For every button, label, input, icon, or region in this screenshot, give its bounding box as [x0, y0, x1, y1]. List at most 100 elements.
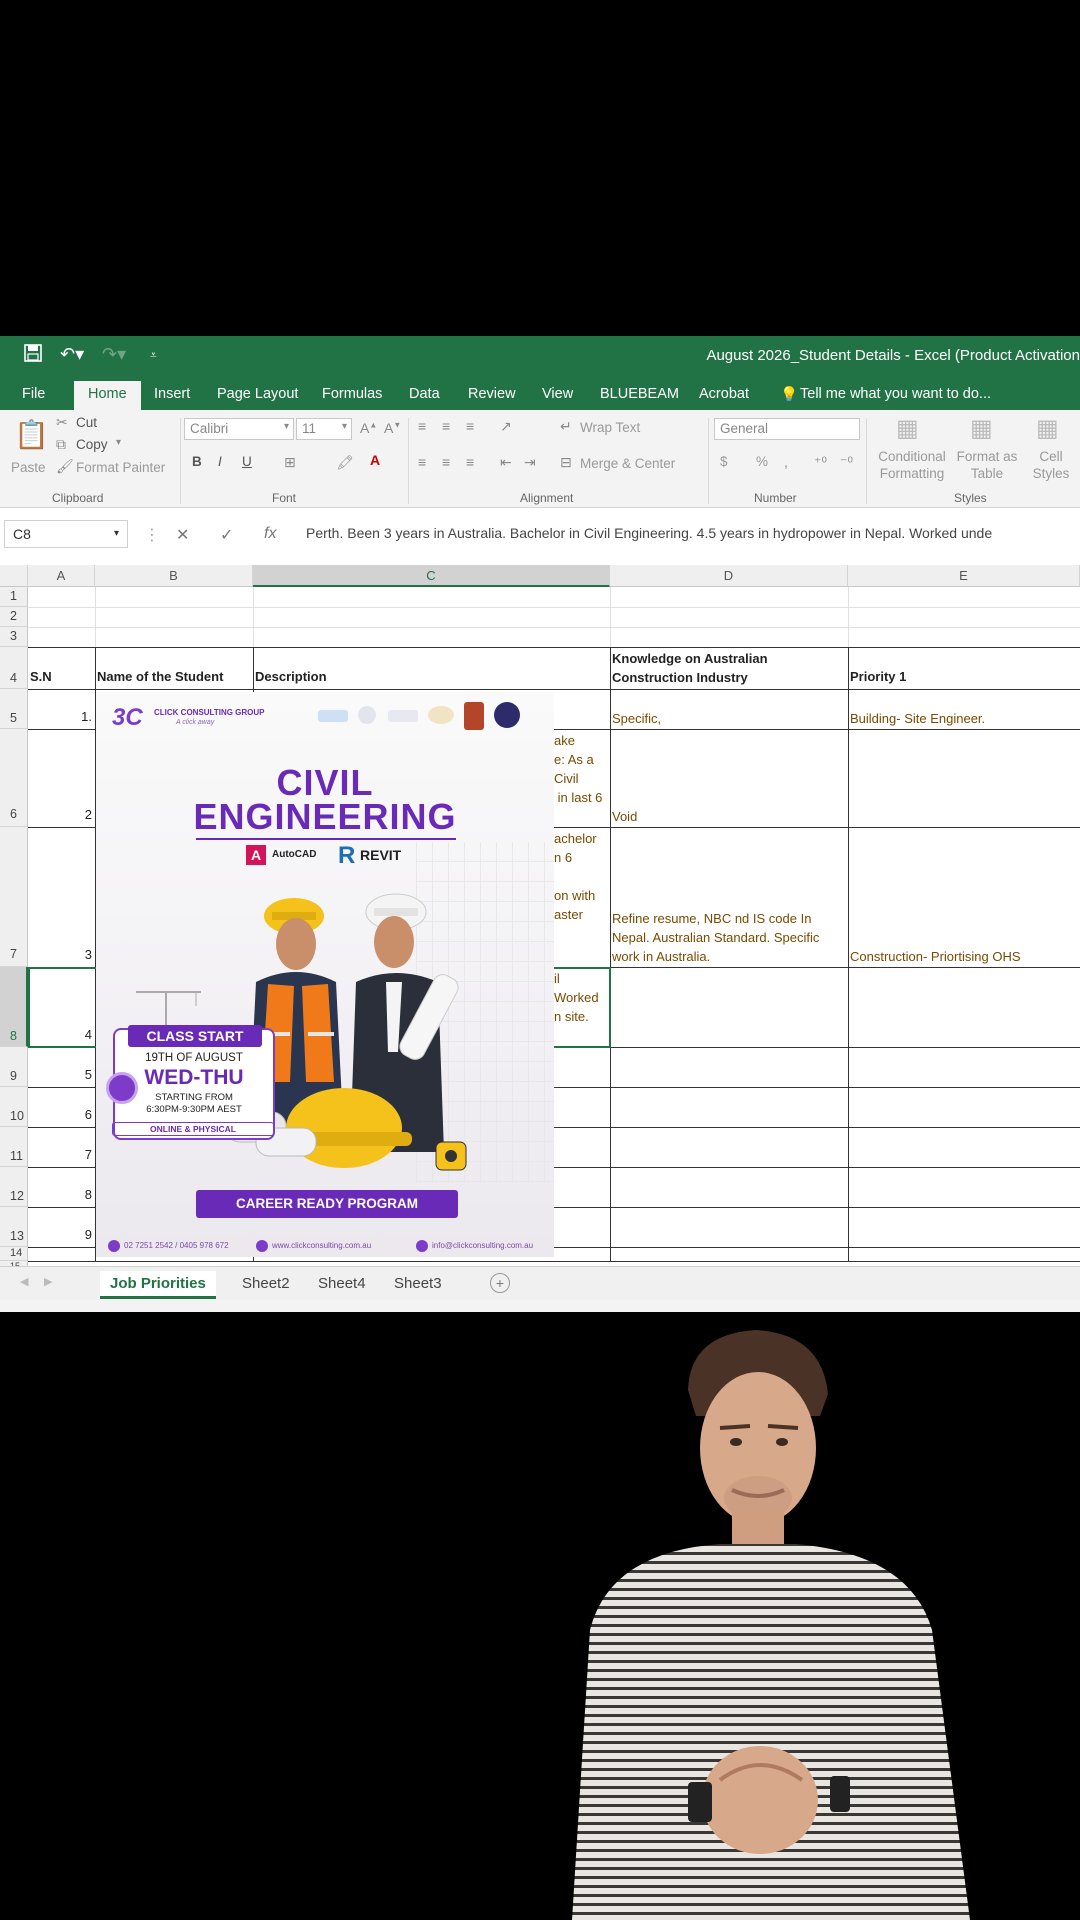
- enter-icon[interactable]: ✓: [220, 525, 233, 545]
- column-header-a[interactable]: A: [28, 565, 95, 587]
- align-left-icon[interactable]: ≡: [418, 454, 426, 470]
- row-header[interactable]: 10: [0, 1087, 28, 1127]
- title-bar: ↶▾ ↷▾ ⩡ August 2026_Student Details - Ex…: [0, 336, 1080, 378]
- align-center-icon[interactable]: ≡: [442, 454, 450, 470]
- tab-acrobat[interactable]: Acrobat: [699, 386, 749, 402]
- comma-style-icon[interactable]: ,: [784, 454, 788, 470]
- increase-indent-icon[interactable]: ⇥: [524, 454, 536, 471]
- tab-file[interactable]: File: [22, 386, 45, 402]
- tell-me-search[interactable]: Tell me what you want to do...: [800, 386, 991, 402]
- percent-button[interactable]: %: [756, 454, 768, 469]
- sheet-tab-sheet2[interactable]: Sheet2: [232, 1271, 300, 1296]
- row-header[interactable]: 14: [0, 1247, 28, 1261]
- gridline: [610, 587, 611, 647]
- globe-icon: [256, 1240, 268, 1252]
- orientation-icon[interactable]: ↗: [500, 418, 512, 435]
- column-header-c[interactable]: C: [253, 565, 610, 587]
- row-header[interactable]: 1: [0, 587, 28, 607]
- copy-button[interactable]: Copy: [76, 437, 108, 452]
- row-header[interactable]: 4: [0, 647, 28, 689]
- align-middle-icon[interactable]: ≡: [442, 418, 450, 434]
- paste-button[interactable]: Paste: [11, 460, 46, 475]
- chevron-down-icon: ▾: [283, 421, 289, 432]
- fill-color-icon[interactable]: 🖍: [336, 454, 354, 471]
- row-header-selected[interactable]: 8: [0, 967, 28, 1047]
- cancel-icon[interactable]: ✕: [176, 525, 189, 545]
- paste-icon[interactable]: 📋: [14, 418, 49, 451]
- tab-bluebeam[interactable]: BLUEBEAM: [600, 386, 679, 402]
- tab-formulas[interactable]: Formulas: [322, 386, 382, 402]
- save-icon[interactable]: [24, 344, 42, 367]
- cell-description: achelor n 6 on with aster: [554, 831, 597, 922]
- cut-button[interactable]: Cut: [76, 415, 97, 430]
- merge-center-button[interactable]: Merge & Center: [580, 456, 675, 471]
- column-header-e[interactable]: E: [848, 565, 1080, 587]
- row-header[interactable]: 5: [0, 689, 28, 729]
- redo-icon[interactable]: ↷▾: [102, 344, 126, 365]
- prev-sheet-icon[interactable]: ◀: [20, 1275, 28, 1288]
- undo-icon[interactable]: ↶▾: [60, 344, 84, 365]
- italic-button[interactable]: I: [218, 454, 222, 469]
- software-revit: REVIT: [360, 847, 402, 863]
- sheet-tab-sheet4[interactable]: Sheet4: [308, 1271, 376, 1296]
- column-header-d[interactable]: D: [610, 565, 848, 587]
- currency-button[interactable]: $: [720, 454, 728, 469]
- customize-toolbar-icon[interactable]: ⩡: [150, 348, 157, 363]
- select-all-corner[interactable]: [0, 565, 28, 587]
- font-size-select[interactable]: 11 ▾: [296, 418, 352, 440]
- row-header[interactable]: 12: [0, 1167, 28, 1207]
- tab-home[interactable]: Home: [74, 381, 141, 410]
- tab-review[interactable]: Review: [468, 386, 516, 402]
- row-header[interactable]: 9: [0, 1047, 28, 1087]
- sheet-tab-sheet3[interactable]: Sheet3: [384, 1271, 452, 1296]
- cell-styles-button[interactable]: Cell Styles: [1028, 448, 1074, 482]
- wrap-text-icon: ↵: [560, 418, 572, 434]
- underline-button[interactable]: U: [242, 454, 252, 469]
- row-header[interactable]: 11: [0, 1127, 28, 1167]
- class-start-label: CLASS START: [128, 1025, 262, 1047]
- tab-data[interactable]: Data: [409, 386, 440, 402]
- align-bottom-icon[interactable]: ≡: [466, 418, 474, 434]
- ribbon-tabs: File Home Insert Page Layout Formulas Da…: [0, 378, 1080, 410]
- font-color-icon[interactable]: A: [370, 452, 380, 468]
- cell-sn: 8: [84, 1187, 92, 1202]
- increase-decimal-icon[interactable]: ⁺⁰: [814, 454, 827, 471]
- format-painter-button[interactable]: Format Painter: [76, 460, 165, 475]
- decrease-decimal-icon[interactable]: ⁻⁰: [840, 454, 853, 471]
- row-header[interactable]: 7: [0, 827, 28, 967]
- row-header[interactable]: 3: [0, 627, 28, 647]
- align-right-icon[interactable]: ≡: [466, 454, 474, 470]
- class-starting-from: STARTING FROM: [155, 1092, 233, 1103]
- clipboard-group-label: Clipboard: [52, 491, 104, 505]
- increase-font-icon[interactable]: A▲: [360, 420, 377, 436]
- decrease-font-icon[interactable]: A▼: [384, 420, 401, 436]
- tab-view[interactable]: View: [542, 386, 573, 402]
- copy-dropdown-icon[interactable]: ▾: [116, 437, 121, 448]
- column-header-b[interactable]: B: [95, 565, 253, 587]
- formula-input[interactable]: Perth. Been 3 years in Australia. Bachel…: [306, 525, 1080, 541]
- borders-icon[interactable]: ⊞: [284, 454, 296, 471]
- gridline: [848, 587, 849, 647]
- align-top-icon[interactable]: ≡: [418, 418, 426, 434]
- next-sheet-icon[interactable]: ▶: [44, 1275, 52, 1288]
- sheet-tab-job-priorities[interactable]: Job Priorities: [100, 1271, 216, 1299]
- font-name-value: Calibri: [190, 421, 229, 436]
- tab-page-layout[interactable]: Page Layout: [217, 386, 298, 402]
- decrease-indent-icon[interactable]: ⇤: [500, 454, 512, 471]
- software-autocad: AutoCAD: [272, 849, 317, 860]
- row-header[interactable]: 6: [0, 729, 28, 827]
- number-format-select[interactable]: General: [714, 418, 860, 440]
- bold-button[interactable]: B: [192, 454, 202, 469]
- table-border: [848, 647, 849, 1261]
- row-header[interactable]: 2: [0, 607, 28, 627]
- tab-insert[interactable]: Insert: [154, 386, 190, 402]
- revit-icon: R: [338, 842, 356, 869]
- name-box[interactable]: C8 ▾: [4, 520, 128, 548]
- format-as-table-button[interactable]: Format as Table: [952, 448, 1022, 482]
- conditional-formatting-button[interactable]: Conditional Formatting: [872, 448, 952, 482]
- add-sheet-icon[interactable]: +: [490, 1273, 510, 1293]
- insert-function-icon[interactable]: fx: [264, 525, 276, 543]
- wrap-text-button[interactable]: Wrap Text: [580, 420, 640, 435]
- row-header[interactable]: 13: [0, 1207, 28, 1247]
- font-name-select[interactable]: Calibri ▾: [184, 418, 294, 440]
